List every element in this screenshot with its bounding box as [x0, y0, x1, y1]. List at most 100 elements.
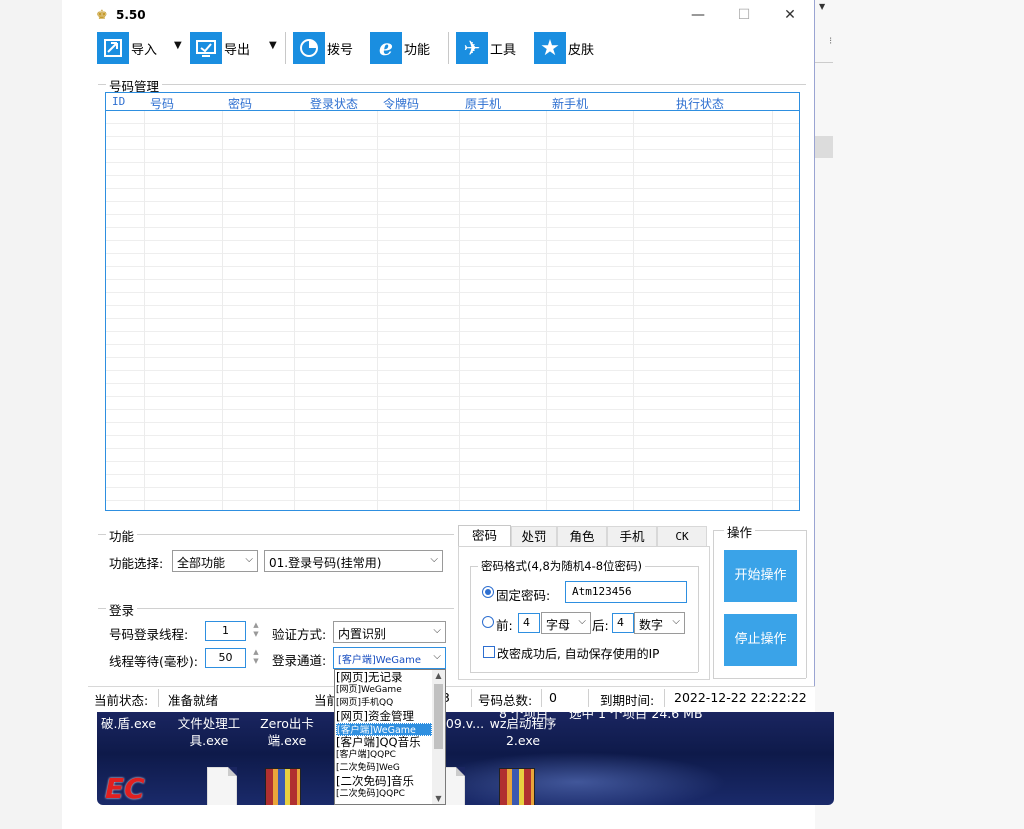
desktop-item-0[interactable]: 破.盾.exe	[101, 715, 171, 732]
status-bar: 当前状态: 准备就绪 当前 3 号码总数: 0 到期时间: 2022-12-22…	[88, 686, 815, 708]
table-header: ID 号码 密码 登录状态 令牌码 原手机 新手机 执行状态	[106, 93, 799, 111]
explorer-selected-info: 选中 1 个项目 24.6 MB	[569, 712, 703, 721]
threads-spinner[interactable]: ▲ ▼	[250, 621, 262, 641]
dropdown-scrollbar[interactable]: ▲ ▼	[432, 670, 445, 804]
tab-phone[interactable]: 手机	[607, 526, 657, 546]
col-exec-status[interactable]: 执行状态	[676, 95, 724, 112]
dropdown-option[interactable]: [客户端]QQ音乐	[336, 736, 432, 749]
scroll-up-icon[interactable]: ▼	[819, 2, 825, 11]
channel-select[interactable]: [客户端]WeGame ⌵	[333, 647, 446, 669]
fixed-password-radio[interactable]	[482, 586, 494, 598]
prefix-label: 前:	[496, 618, 513, 633]
dropdown-option[interactable]: [二次免码]QQPC	[336, 788, 432, 801]
save-ip-label: 改密成功后, 自动保存使用的IP	[497, 647, 660, 661]
function-category-select[interactable]: 全部功能 ⌵	[172, 550, 258, 572]
function-label: 功能	[404, 42, 431, 58]
export-dropdown-arrow-icon[interactable]: ▼	[269, 40, 277, 51]
dial-button[interactable]: 拨号	[293, 31, 353, 65]
scroll-down-arrow-icon[interactable]: ▼	[432, 794, 445, 803]
maximize-button[interactable]: ☐	[724, 4, 764, 28]
start-operation-button[interactable]: 开始操作	[724, 550, 797, 602]
function-group-title: 功能	[106, 526, 138, 545]
suffix-count-input[interactable]: 4	[612, 613, 634, 633]
prefix-count-input[interactable]: 4	[518, 613, 540, 633]
table-body	[106, 111, 799, 510]
import-button[interactable]: 导入	[97, 31, 157, 65]
col-number[interactable]: 号码	[150, 95, 174, 112]
random-password-radio[interactable]	[482, 616, 494, 628]
star-icon: ★	[534, 32, 566, 64]
wait-label: 线程等待(毫秒):	[109, 654, 198, 669]
login-group-title: 登录	[106, 600, 138, 619]
threads-label: 号码登录线程:	[109, 627, 189, 642]
export-button[interactable]: 导出	[190, 31, 250, 65]
prefix-type-select[interactable]: 字母 ⌵	[541, 612, 591, 634]
export-label: 导出	[224, 42, 251, 58]
stop-operation-button[interactable]: 停止操作	[724, 614, 797, 666]
col-new-phone[interactable]: 新手机	[552, 95, 588, 112]
verify-label: 验证方式:	[272, 627, 327, 642]
side-scrollbar[interactable]	[815, 136, 833, 158]
tools-button[interactable]: ✈ 工具	[456, 31, 516, 65]
import-dropdown-arrow-icon[interactable]: ▼	[174, 40, 182, 51]
desktop-item-1[interactable]: 文件处理工具.exe	[175, 715, 243, 749]
desktop-item-2[interactable]: Zero出卡端.exe	[249, 715, 325, 749]
dropdown-option[interactable]: [网页]无记录	[336, 671, 432, 684]
desktop-area: 8 个项目 选中 1 个项目 24.6 MB 破.盾.exe 文件处理工具.ex…	[97, 712, 834, 805]
channel-label: 登录通道:	[272, 653, 327, 668]
rar-archive-icon	[265, 768, 301, 805]
col-id[interactable]: ID	[112, 95, 125, 108]
function-button[interactable]: e 功能	[370, 31, 430, 65]
fixed-password-input[interactable]: Atm123456	[565, 581, 687, 603]
threads-input[interactable]: 1	[205, 621, 246, 641]
col-login-status[interactable]: 登录状态	[310, 95, 358, 112]
chevron-down-icon: ⌵	[672, 616, 680, 627]
close-button[interactable]: ✕	[770, 4, 810, 28]
col-token[interactable]: 令牌码	[383, 95, 419, 112]
tab-role[interactable]: 角色	[557, 526, 607, 546]
ec-logo-icon: EC	[105, 772, 145, 805]
tab-password[interactable]: 密码	[458, 525, 511, 547]
status-state-label: 当前状态:	[94, 693, 149, 708]
function-select[interactable]: 01.登录号码(挂常用) ⌵	[264, 550, 443, 572]
desktop-item-3[interactable]: 09.v...	[445, 715, 485, 732]
wait-spinner[interactable]: ▲ ▼	[250, 648, 262, 668]
ie-browser-icon: e	[370, 32, 402, 64]
export-icon	[190, 32, 222, 64]
wait-input[interactable]: 50	[205, 648, 246, 668]
status-expire-label: 到期时间:	[600, 693, 655, 708]
save-ip-checkbox[interactable]	[483, 646, 495, 658]
import-icon	[97, 32, 129, 64]
tab-penalty[interactable]: 处罚	[511, 526, 557, 546]
account-table[interactable]: ID 号码 密码 登录状态 令牌码 原手机 新手机 执行状态	[105, 92, 800, 511]
minimize-button[interactable]: —	[678, 4, 718, 28]
pie-chart-icon	[293, 32, 325, 64]
status-state-value: 准备就绪	[168, 693, 219, 708]
col-old-phone[interactable]: 原手机	[465, 95, 501, 112]
scroll-up-arrow-icon[interactable]: ▲	[432, 671, 445, 680]
status-total-value: 0	[549, 690, 557, 705]
col-password[interactable]: 密码	[228, 95, 252, 112]
function-select-label: 功能选择:	[109, 556, 164, 571]
operation-title: 操作	[724, 522, 756, 541]
skin-button[interactable]: ★ 皮肤	[534, 31, 594, 65]
status-expire-value: 2022-12-22 22:22:22	[674, 690, 807, 705]
chevron-down-icon: ⌵	[578, 616, 586, 627]
side-chip: ⁝	[829, 36, 833, 47]
suffix-type-select[interactable]: 数字 ⌵	[634, 612, 685, 634]
airplane-icon: ✈	[456, 32, 488, 64]
chevron-down-icon: ⌵	[433, 651, 441, 662]
dial-label: 拨号	[327, 42, 354, 58]
verify-select[interactable]: 内置识别 ⌵	[333, 621, 446, 643]
dropdown-option[interactable]: [客户端]QQPC	[336, 749, 432, 762]
chevron-down-icon: ⌵	[245, 554, 253, 565]
dropdown-option[interactable]: [二次免码]音乐	[336, 775, 432, 788]
fixed-password-label: 固定密码:	[496, 588, 551, 603]
channel-dropdown-list[interactable]: [网页]无记录 [网页]WeGame [网页]手机QQ [网页]资金管理 [客户…	[334, 669, 446, 805]
suffix-label: 后:	[592, 618, 609, 633]
dropdown-scroll-thumb[interactable]	[434, 684, 443, 749]
tab-ck[interactable]: CK	[657, 526, 707, 546]
desktop-item-4[interactable]: wz启动程序2.exe	[483, 715, 563, 749]
dropdown-option[interactable]: [网页]WeGame	[336, 684, 432, 697]
dropdown-option[interactable]: [网页]资金管理	[336, 710, 432, 723]
